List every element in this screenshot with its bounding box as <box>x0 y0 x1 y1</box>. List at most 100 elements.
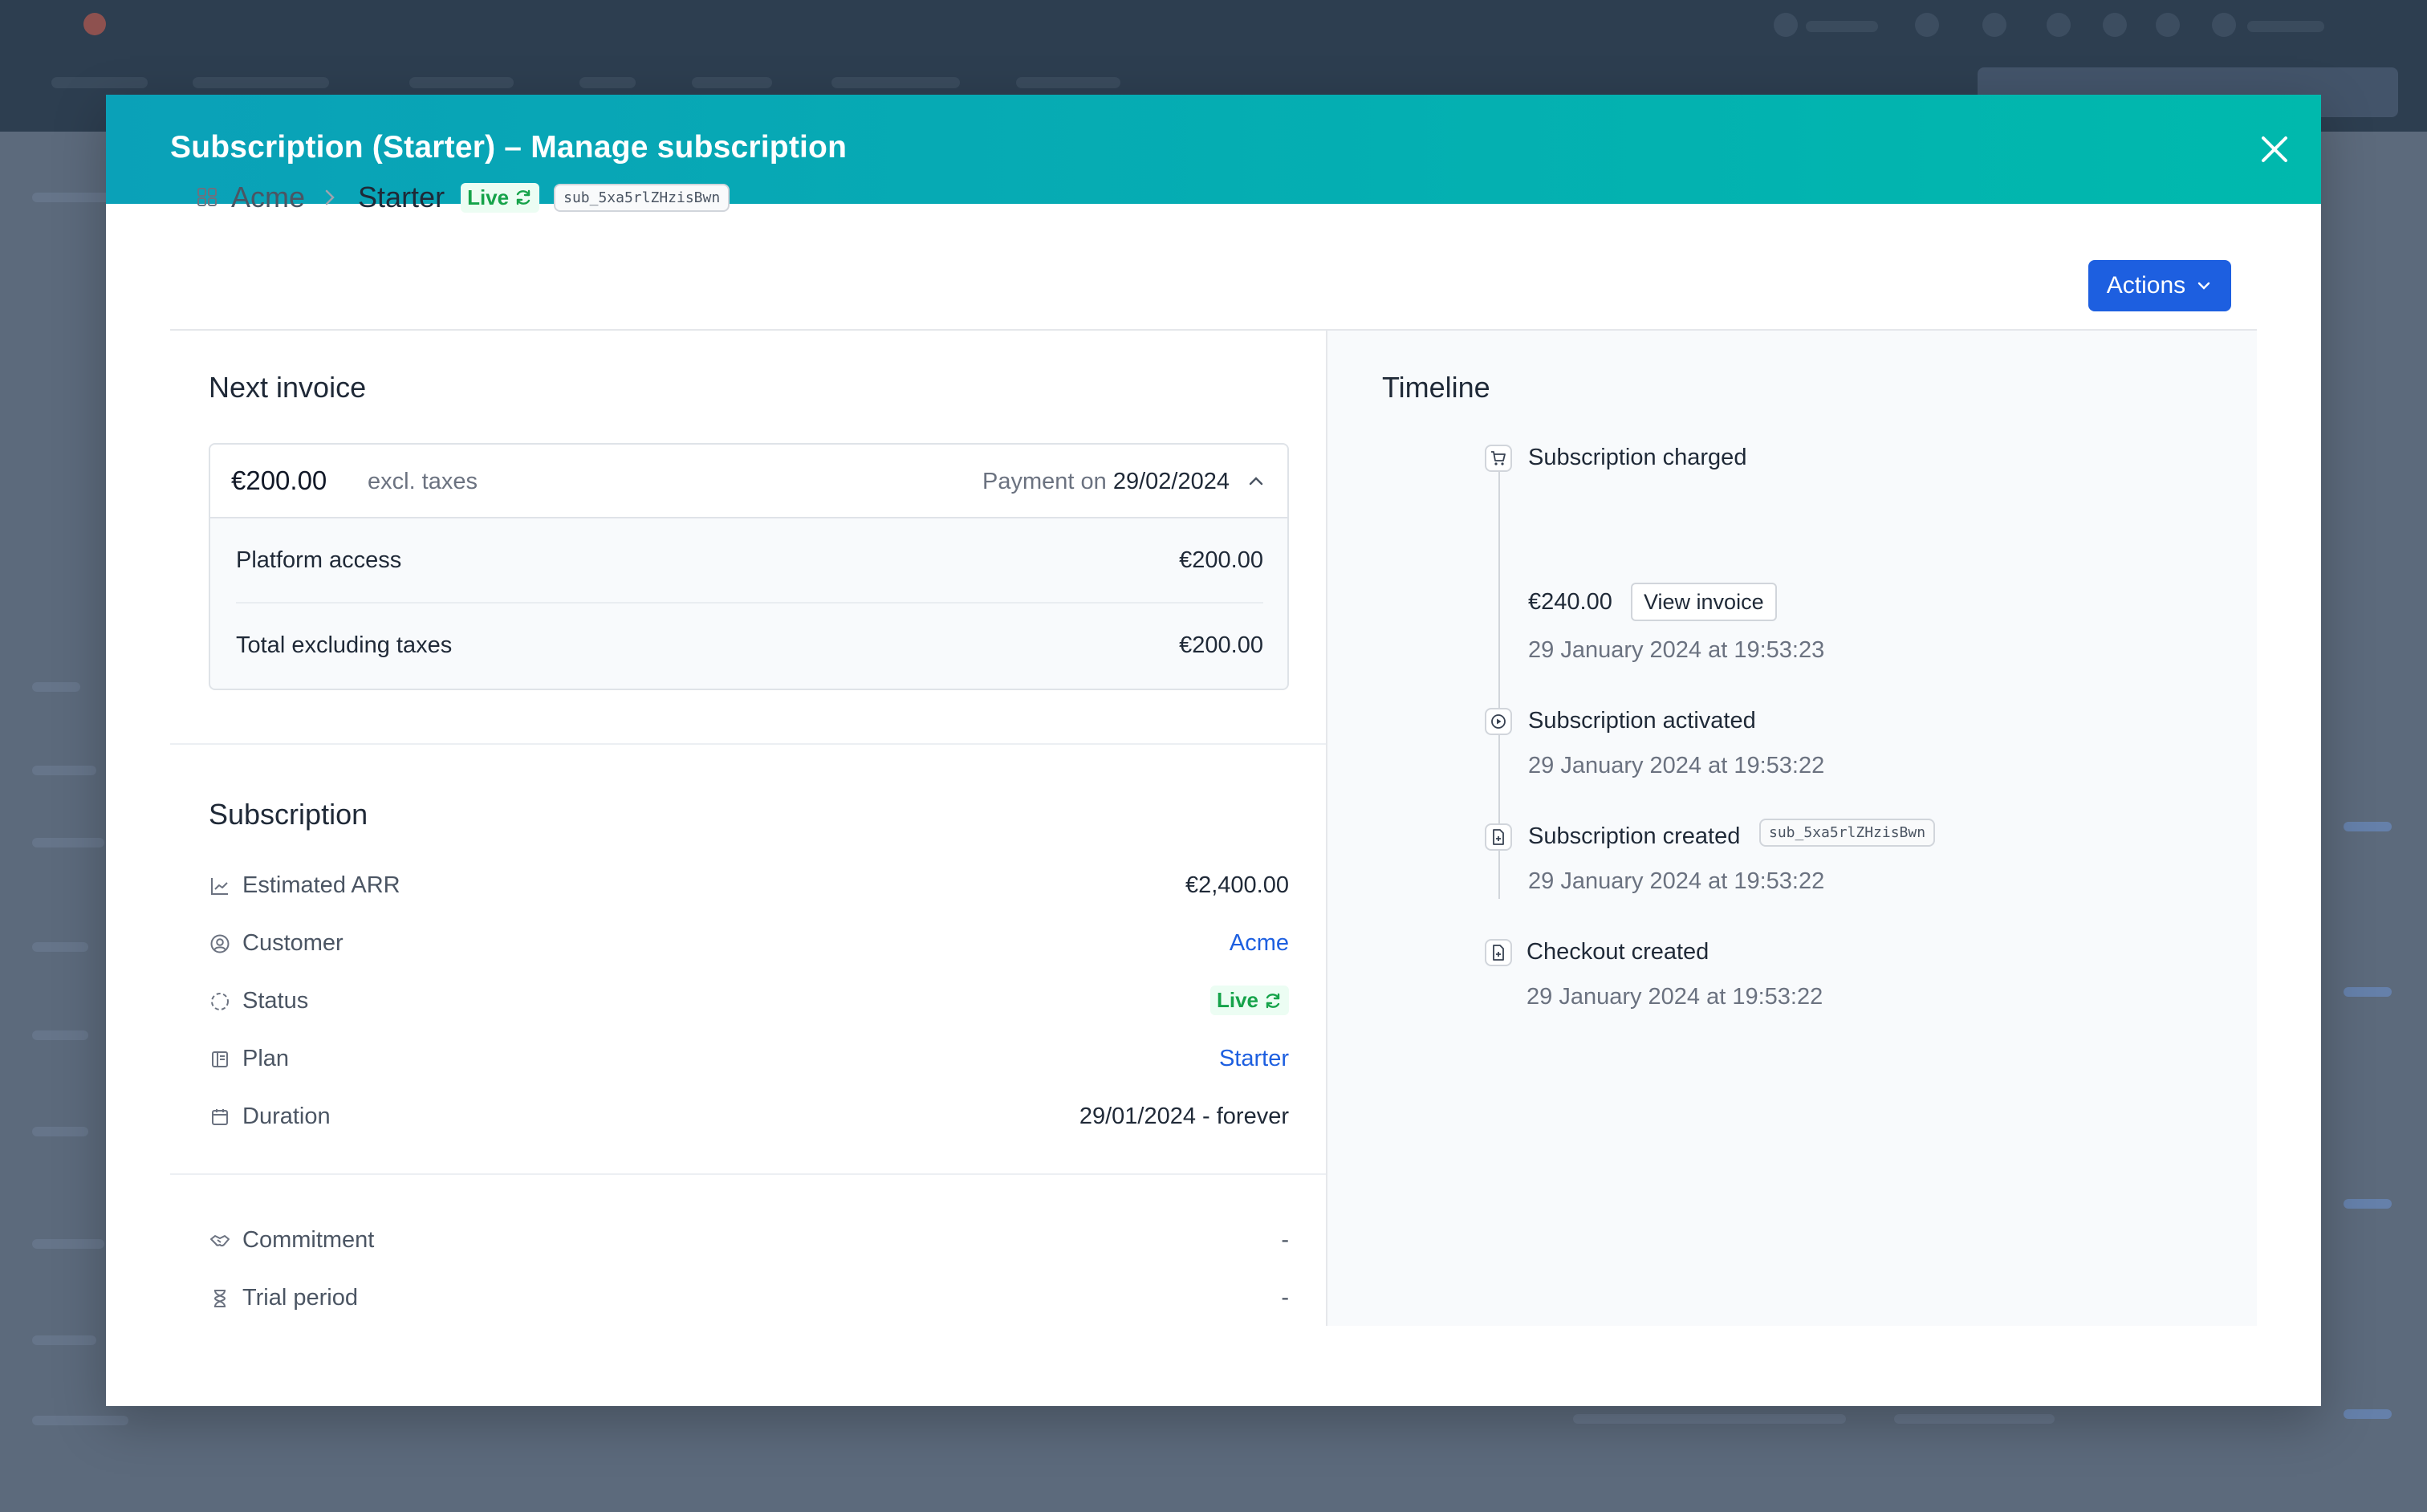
background-text <box>1573 1414 1846 1424</box>
property-value: €2,400.00 <box>1185 872 1289 898</box>
timeline-event-title: Subscription created <box>1528 823 1741 849</box>
background-nav-item <box>193 77 329 88</box>
timeline-event-time: 29 January 2024 at 19:53:22 <box>1528 868 1825 894</box>
background-nav-item <box>579 77 636 88</box>
property-plan: Plan Starter <box>209 1043 1289 1075</box>
background-text <box>1894 1414 2055 1424</box>
property-label: Status <box>242 988 309 1014</box>
section-divider <box>170 1173 1326 1175</box>
chevron-right-icon <box>319 187 340 208</box>
background-nav-item <box>692 77 772 88</box>
next-invoice-taxes-note: excl. taxes <box>368 469 478 494</box>
status-dashed-circle-icon <box>209 990 231 1013</box>
property-label: Trial period <box>242 1285 358 1311</box>
close-button[interactable] <box>2254 128 2295 170</box>
next-invoice-summary[interactable]: €200.00 excl. taxes Payment on 29/02/202… <box>210 445 1287 518</box>
user-circle-icon <box>209 933 231 955</box>
timeline-event-title: Subscription activated <box>1528 708 1756 734</box>
manage-subscription-modal: Subscription (Starter) – Manage subscrip… <box>106 95 2321 1406</box>
background-avatar <box>2212 13 2236 37</box>
status-badge: Live <box>1209 986 1289 1015</box>
status-badge-label: Live <box>467 185 510 209</box>
book-icon <box>209 1048 231 1071</box>
background-nav-item <box>1016 77 1120 88</box>
breadcrumb: Acme Starter Live sub_5xa5rlZHzisBwn <box>196 173 730 222</box>
hourglass-icon <box>209 1287 231 1310</box>
invoice-line-label: Platform access <box>236 547 402 573</box>
background-link <box>2344 1199 2392 1209</box>
timeline-event-time: 29 January 2024 at 19:53:22 <box>1527 984 1823 1010</box>
subscription-section-title: Subscription <box>209 798 368 831</box>
background-nav-text <box>1806 21 1878 32</box>
background-help-icon <box>1774 13 1798 37</box>
breadcrumb-plan: Starter <box>358 181 445 213</box>
building-icon <box>196 185 220 209</box>
background-text <box>32 838 104 847</box>
background-account-text <box>2247 21 2324 32</box>
timeline-event-title: Checkout created <box>1527 939 1709 965</box>
background-text <box>32 766 96 775</box>
invoice-line-label: Total excluding taxes <box>236 632 453 658</box>
calendar-icon <box>209 1106 231 1128</box>
subscription-id-chip[interactable]: sub_5xa5rlZHzisBwn <box>554 183 730 212</box>
status-badge: Live <box>461 182 540 213</box>
cart-icon <box>1485 445 1512 472</box>
close-icon <box>2262 136 2287 162</box>
property-label: Estimated ARR <box>242 872 400 898</box>
background-link <box>2344 1409 2392 1419</box>
property-status: Status Live <box>209 986 1289 1018</box>
background-text <box>32 942 88 952</box>
file-icon <box>1485 939 1512 966</box>
background-link <box>2344 987 2392 997</box>
background-nav-item <box>51 77 148 88</box>
property-value: 29/01/2024 - forever <box>1079 1104 1289 1129</box>
invoice-line-value: €200.00 <box>1179 547 1263 573</box>
column-divider <box>1326 331 1327 1326</box>
background-text <box>32 1335 96 1345</box>
background-text <box>32 1416 128 1425</box>
chart-icon <box>209 875 231 897</box>
timeline-title: Timeline <box>1382 371 1490 404</box>
background-link <box>2344 822 2392 831</box>
property-commitment: Commitment - <box>209 1225 1289 1257</box>
handshake-icon <box>209 1230 231 1252</box>
background-text <box>32 682 80 692</box>
property-label: Commitment <box>242 1227 375 1253</box>
timeline-event-amount: €240.00 <box>1528 589 1612 615</box>
invoice-total-line: Total excluding taxes €200.00 <box>236 604 1263 687</box>
invoice-line-value: €200.00 <box>1179 632 1263 658</box>
refresh-icon <box>1266 993 1280 1008</box>
timeline-event-time: 29 January 2024 at 19:53:22 <box>1528 753 1825 778</box>
next-invoice-payment-date: Payment on 29/02/2024 <box>982 469 1230 495</box>
background-nav-item <box>409 77 514 88</box>
view-invoice-button[interactable]: View invoice <box>1631 583 1777 621</box>
chevron-up-icon[interactable] <box>1244 469 1268 493</box>
property-customer: Customer Acme <box>209 928 1289 960</box>
background-settings-icon <box>1982 13 2006 37</box>
background-nav-item <box>831 77 960 88</box>
actions-button-label: Actions <box>2106 272 2186 299</box>
subscription-id-chip[interactable]: sub_5xa5rlZHzisBwn <box>1759 819 1936 847</box>
timeline-event-time: 29 January 2024 at 19:53:23 <box>1528 637 1825 663</box>
breadcrumb-company[interactable]: Acme <box>231 181 305 214</box>
property-estimated-arr: Estimated ARR €2,400.00 <box>209 870 1289 902</box>
property-label: Duration <box>242 1104 331 1129</box>
payment-prefix: Payment on <box>982 469 1107 494</box>
plan-link[interactable]: Starter <box>1219 1046 1289 1072</box>
property-value: - <box>1281 1227 1289 1253</box>
property-duration: Duration 29/01/2024 - forever <box>209 1101 1289 1133</box>
actions-button[interactable]: Actions <box>2088 260 2231 311</box>
background-apps-icon <box>2047 13 2071 37</box>
background-search-icon <box>1915 13 1939 37</box>
next-invoice-card: €200.00 excl. taxes Payment on 29/02/202… <box>209 443 1289 690</box>
status-badge-label: Live <box>1216 988 1258 1012</box>
background-text <box>32 1127 88 1136</box>
background-text <box>32 1030 88 1040</box>
background-text <box>32 1239 104 1249</box>
modal-title: Subscription (Starter) – Manage subscrip… <box>170 130 848 165</box>
property-value: - <box>1281 1285 1289 1311</box>
timeline-event-title: Subscription charged <box>1528 445 1747 470</box>
customer-link[interactable]: Acme <box>1230 930 1289 957</box>
property-label: Plan <box>242 1046 290 1071</box>
chevron-down-icon <box>2197 282 2210 290</box>
